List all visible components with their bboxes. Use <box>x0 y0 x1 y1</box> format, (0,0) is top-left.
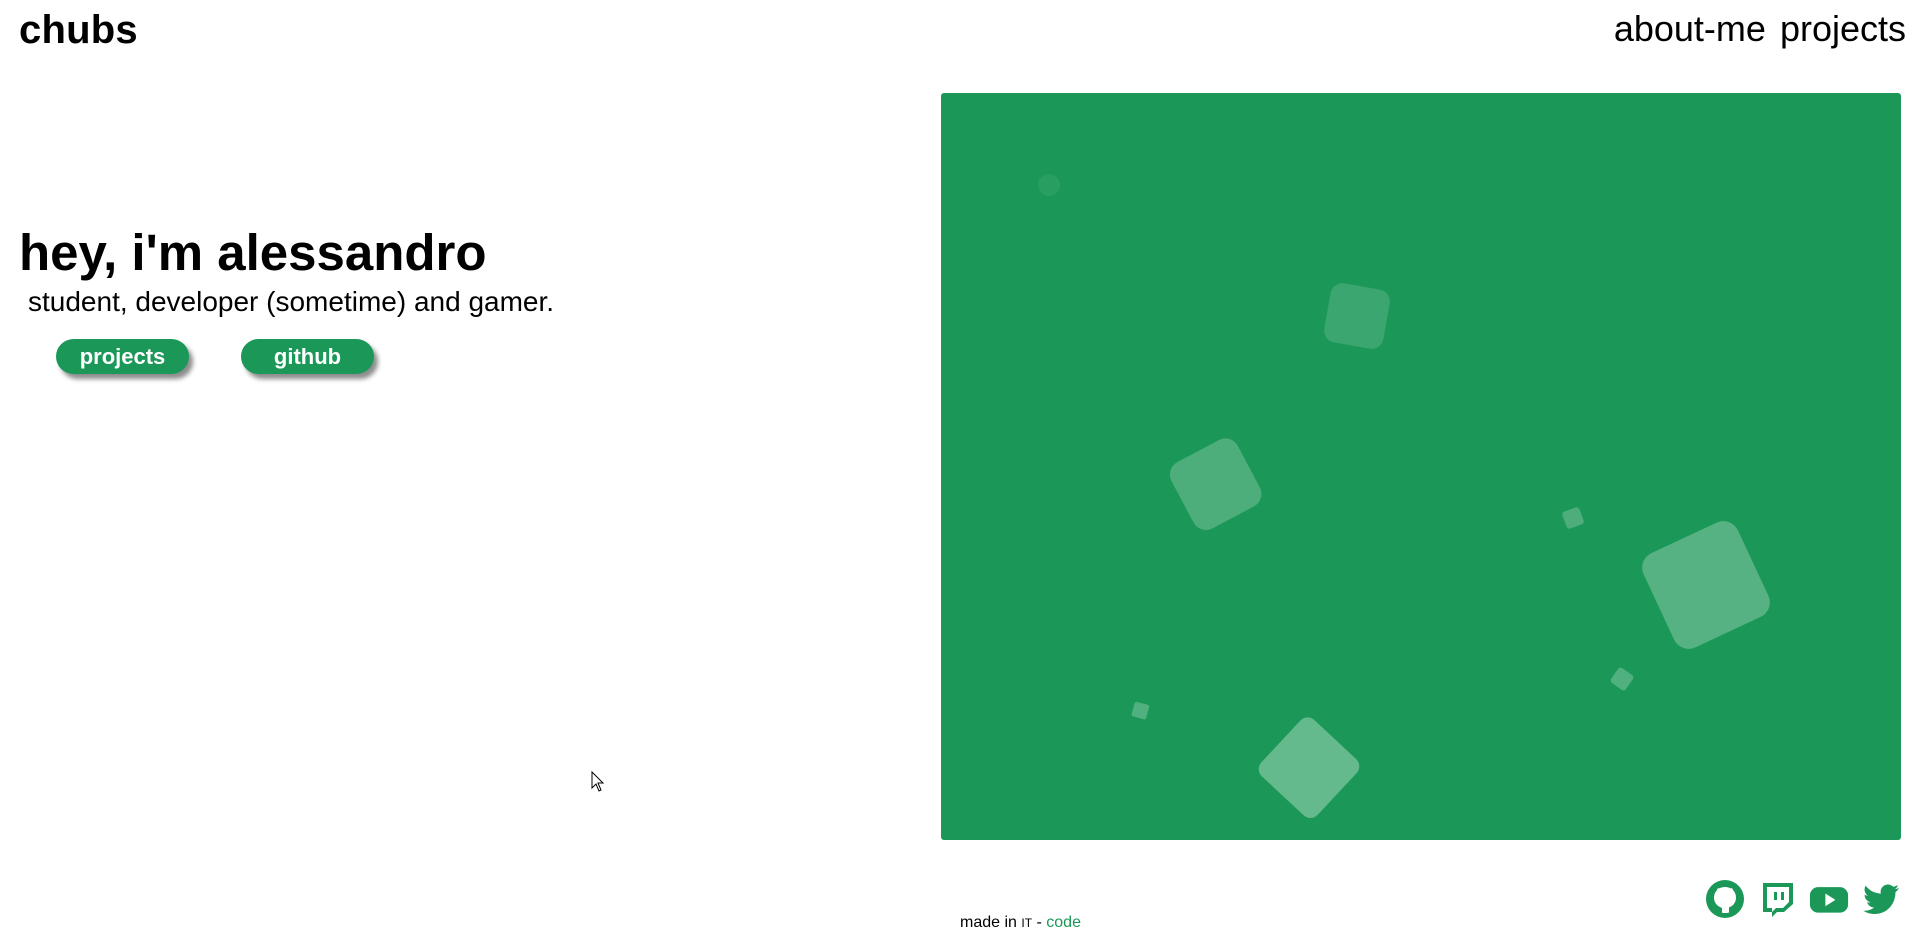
decor-square <box>1324 283 1390 349</box>
footer-made-in-text: made in <box>960 914 1017 931</box>
twitter-icon <box>1863 884 1899 914</box>
decor-square <box>1258 717 1360 818</box>
nav-projects-link[interactable]: projects <box>1780 8 1906 50</box>
brand-logo-link[interactable]: chubs <box>19 8 138 53</box>
footer-separator: - <box>1036 914 1042 931</box>
hero-animated-panel <box>941 93 1901 840</box>
top-nav: about-me projects <box>1614 8 1906 50</box>
nav-about-me-link[interactable]: about-me <box>1614 8 1766 50</box>
github-social-link[interactable] <box>1705 879 1745 919</box>
page: chubs about-me projects hey, i'm alessan… <box>0 0 1920 933</box>
hero-subtitle: student, developer (sometime) and gamer. <box>28 286 555 317</box>
youtube-social-link[interactable] <box>1809 879 1849 919</box>
decor-square <box>1642 521 1770 649</box>
footer-code-link[interactable]: code <box>1046 914 1081 931</box>
footer-note: made in IT - code <box>960 914 1081 932</box>
social-links <box>1705 879 1901 919</box>
footer-country: IT <box>1021 916 1033 930</box>
projects-button[interactable]: projects <box>56 339 189 374</box>
decor-square <box>1131 701 1150 720</box>
twitch-social-link[interactable] <box>1757 879 1797 919</box>
decor-square <box>1038 174 1060 196</box>
floating-squares-graphic <box>1038 174 1770 818</box>
youtube-icon <box>1809 887 1849 913</box>
hero-section: hey, i'm alessandro student, developer (… <box>19 223 555 374</box>
decor-square <box>1562 507 1584 529</box>
decor-square <box>1610 667 1634 691</box>
twitch-icon <box>1763 883 1793 917</box>
decor-square <box>1169 438 1262 530</box>
mouse-cursor-icon <box>591 771 605 792</box>
github-button[interactable]: github <box>241 339 374 374</box>
hero-buttons: projects github <box>56 339 374 374</box>
twitter-social-link[interactable] <box>1861 879 1901 919</box>
hero-title: hey, i'm alessandro <box>19 224 487 281</box>
github-icon <box>1706 880 1744 918</box>
